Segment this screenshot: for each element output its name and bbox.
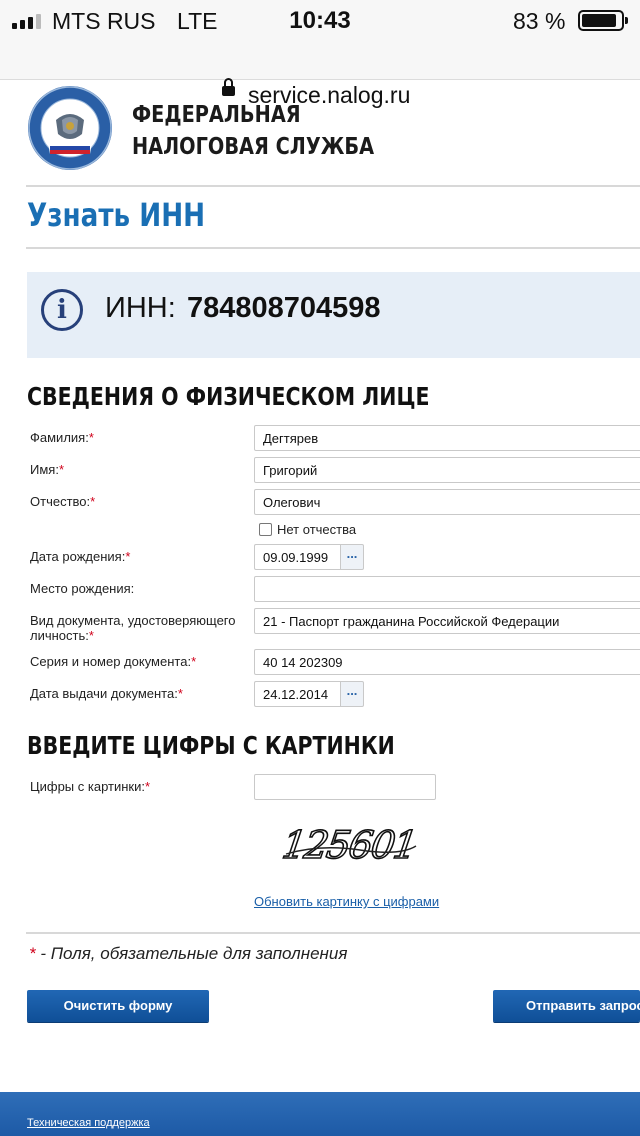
birth-place-label: Место рождения: [30, 581, 135, 596]
doc-number-label: Серия и номер документа:* [30, 654, 197, 669]
status-bar: MTS RUS LTE 10:43 83 % [0, 0, 640, 40]
lock-icon [222, 78, 235, 96]
name-field[interactable]: Григорий [254, 457, 640, 483]
birth-place-field[interactable] [254, 576, 640, 602]
required-fields-note: * - Поля, обязательные для заполнения [29, 944, 348, 963]
doc-type-select[interactable]: 21 - Паспорт гражданина Российской Федер… [254, 608, 640, 634]
captcha-section-title: ВВЕДИТЕ ЦИФРЫ С КАРТИНКИ [27, 731, 395, 760]
battery-icon [578, 10, 628, 31]
person-section-title: СВЕДЕНИЯ О ФИЗИЧЕСКОМ ЛИЦЕ [27, 382, 430, 411]
divider [26, 185, 640, 187]
surname-label: Фамилия:* [30, 430, 94, 445]
inn-result-box: i ИНН: 784808704598 [27, 272, 640, 358]
footer: Техническая поддержка [0, 1092, 640, 1136]
no-patronymic-checkbox[interactable] [259, 523, 272, 536]
info-icon: i [41, 289, 83, 331]
organization-name-line1: ФЕДЕРАЛЬНАЯ [132, 102, 301, 128]
patronymic-label: Отчество:* [30, 494, 96, 509]
inn-value: 784808704598 [187, 292, 381, 324]
issue-date-field[interactable]: 24.12.2014 [254, 681, 340, 707]
organization-name-line2: НАЛОГОВАЯ СЛУЖБА [132, 134, 375, 160]
fns-emblem-logo[interactable] [26, 84, 114, 172]
captcha-image: 125601 [280, 823, 419, 868]
submit-request-button[interactable]: Отправить запрос [493, 990, 640, 1022]
doc-type-label: Вид документа, удостоверяющего личность:… [30, 613, 236, 643]
address-bar[interactable]: service.nalog.ru [0, 40, 640, 108]
page-title: Узнать ИНН [27, 196, 206, 234]
inn-label: ИНН: [105, 292, 176, 324]
captcha-input[interactable] [254, 774, 436, 800]
captcha-field-label: Цифры с картинки:* [30, 779, 151, 794]
refresh-captcha-link[interactable]: Обновить картинку с цифрами [254, 894, 439, 909]
surname-field[interactable]: Дегтярев [254, 425, 640, 451]
divider [26, 247, 640, 249]
divider [26, 932, 640, 934]
birth-date-calendar-button[interactable]: ... [340, 544, 364, 570]
clear-form-button[interactable]: Очистить форму [27, 990, 209, 1022]
birth-date-field[interactable]: 09.09.1999 [254, 544, 340, 570]
no-patronymic-label[interactable]: Нет отчества [277, 522, 356, 537]
issue-date-calendar-button[interactable]: ... [340, 681, 364, 707]
organization-name: ФЕДЕРАЛЬНАЯ НАЛОГОВАЯ СЛУЖБА [132, 99, 374, 163]
battery-percent: 83 % [513, 8, 566, 34]
name-label: Имя:* [30, 462, 64, 477]
captcha-digits: 125601 [280, 824, 418, 868]
issue-date-label: Дата выдачи документа:* [30, 686, 183, 701]
tech-support-link[interactable]: Техническая поддержка [27, 1117, 150, 1129]
birth-date-label: Дата рождения:* [30, 549, 131, 564]
doc-number-field[interactable]: 40 14 202309 [254, 649, 640, 675]
patronymic-field[interactable]: Олегович [254, 489, 640, 515]
